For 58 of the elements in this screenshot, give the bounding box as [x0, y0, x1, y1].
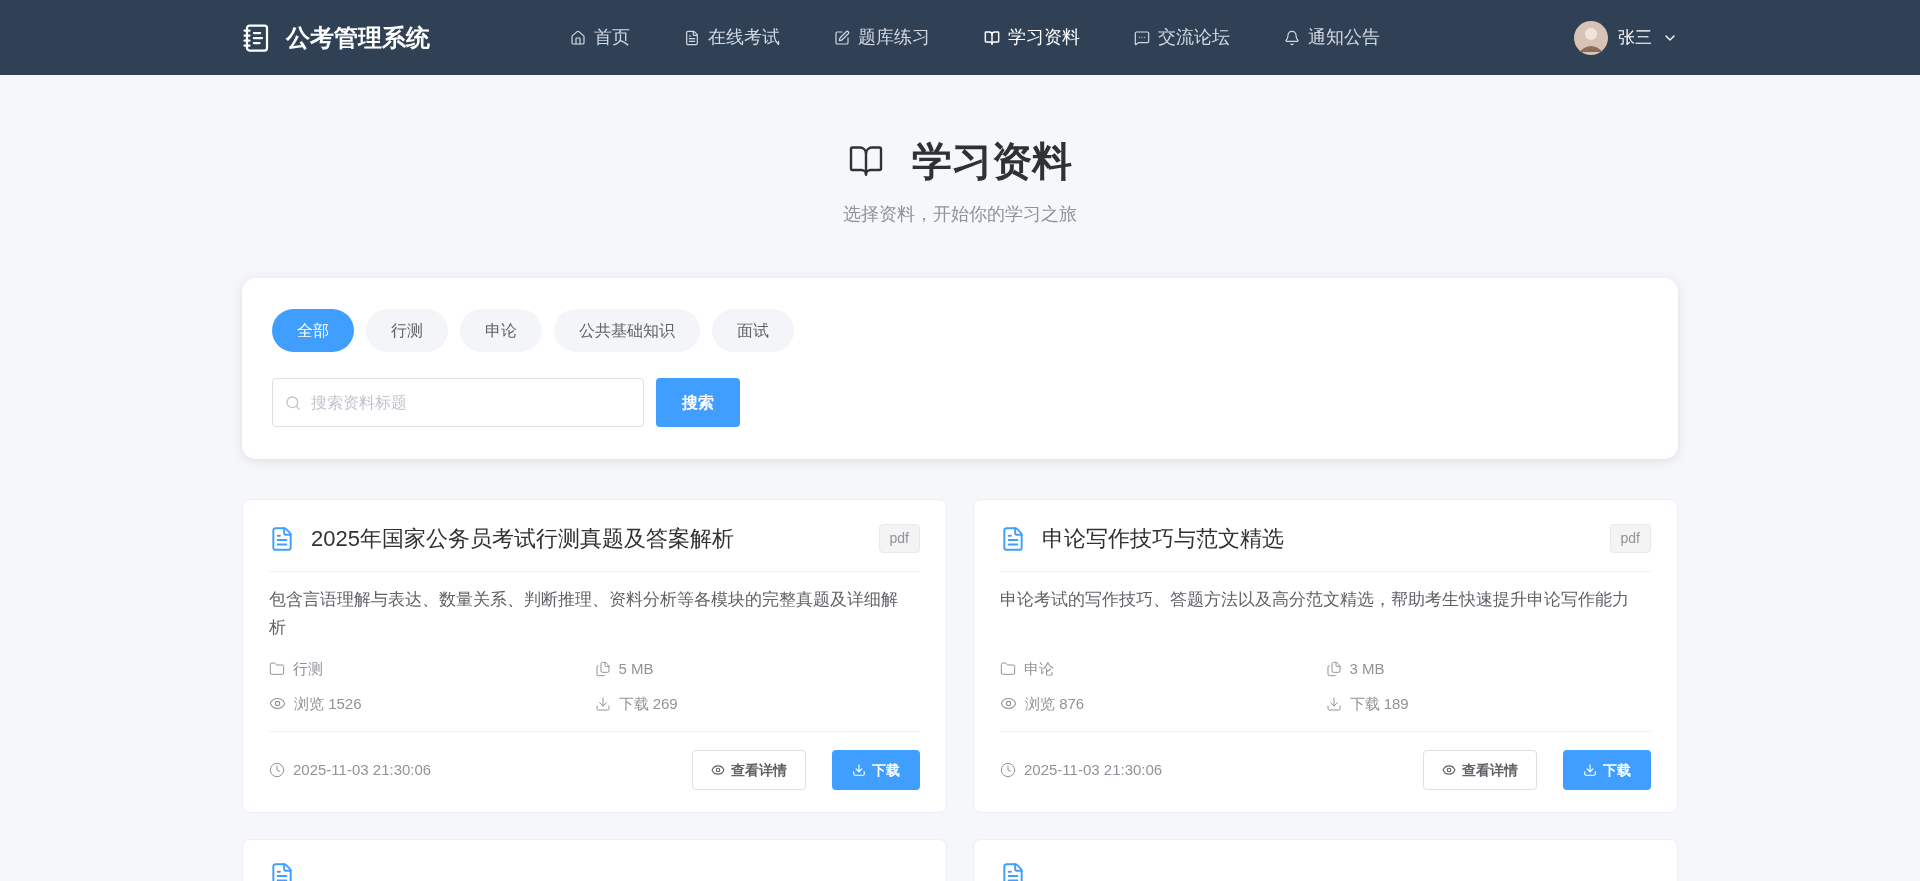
- material-title: 2025年国家公务员考试行测真题及答案解析: [311, 525, 735, 553]
- download-icon: [1583, 763, 1597, 777]
- views-text: 浏览 876: [1025, 693, 1085, 714]
- bell-icon: [1284, 29, 1300, 46]
- chat-icon: [1134, 29, 1150, 46]
- clock-icon: [1000, 762, 1016, 778]
- document-icon: [269, 525, 295, 552]
- document-icon: [269, 862, 295, 881]
- file-size-text: 3 MB: [1349, 659, 1385, 679]
- book-icon: [848, 143, 884, 179]
- upload-time: 2025-11-03 21:30:06: [293, 759, 432, 780]
- nav-link[interactable]: 通知公告: [1284, 24, 1380, 51]
- page-subtitle: 选择资料，开始你的学习之旅: [843, 203, 1077, 226]
- material-description: 申论考试的写作技巧、答题方法以及高分范文精选，帮助考生快速提升申论写作能力: [1000, 589, 1630, 611]
- nav-link[interactable]: 在线考试: [684, 24, 780, 51]
- category-text: 行测: [293, 659, 323, 679]
- file-size-icon: [594, 661, 611, 678]
- view-details-button[interactable]: 查看详情: [692, 750, 806, 790]
- category-filter-pill[interactable]: 公共基础知识: [554, 309, 700, 352]
- folder-icon: [269, 661, 285, 678]
- category-filter-pill[interactable]: 面试: [712, 309, 794, 352]
- nav-link[interactable]: 题库练习: [834, 24, 930, 51]
- search-field[interactable]: 搜索资料标题: [272, 378, 644, 427]
- avatar: [1574, 20, 1608, 55]
- file-size-icon: [1325, 661, 1342, 678]
- material-title: 申论写作技巧与范文精选: [1042, 525, 1285, 553]
- nav-link[interactable]: 首页: [570, 24, 630, 51]
- edit-icon: [834, 29, 850, 46]
- document-icon: [1000, 862, 1026, 881]
- download-icon: [852, 763, 866, 777]
- downloads-text: 下载 269: [618, 693, 678, 714]
- eye-icon: [711, 763, 725, 777]
- view-details-button[interactable]: 查看详情: [1423, 750, 1537, 790]
- nav-link[interactable]: 交流论坛: [1134, 24, 1230, 51]
- category-filter-pill[interactable]: 行测: [366, 309, 448, 352]
- category-filter-pill[interactable]: 申论: [460, 309, 542, 352]
- nav-link[interactable]: 学习资料: [984, 24, 1080, 51]
- user-menu[interactable]: 张三: [1574, 20, 1678, 55]
- material-description: 包含言语理解与表达、数量关系、判断推理、资料分析等各模块的完整真题及详细解析: [269, 589, 899, 639]
- download-icon: [1325, 695, 1342, 712]
- document-icon: [684, 29, 700, 46]
- eye-icon: [1442, 763, 1456, 777]
- search-icon: [285, 395, 301, 411]
- upload-time: 2025-11-03 21:30:06: [1024, 759, 1163, 780]
- clock-icon: [269, 762, 285, 778]
- views-text: 浏览 1526: [294, 693, 362, 714]
- downloads-text: 下载 189: [1349, 693, 1409, 714]
- book-icon: [984, 29, 1000, 46]
- page-title: 学习资料: [912, 141, 1072, 181]
- format-tag: pdf: [878, 524, 920, 553]
- document-icon: [1000, 525, 1026, 552]
- download-icon: [594, 695, 611, 712]
- app-title: 公考管理系统: [286, 22, 430, 53]
- file-size-text: 5 MB: [618, 659, 654, 679]
- home-icon: [570, 29, 586, 46]
- format-tag: pdf: [1609, 524, 1651, 553]
- folder-icon: [1000, 661, 1016, 678]
- category-text: 申论: [1024, 659, 1054, 679]
